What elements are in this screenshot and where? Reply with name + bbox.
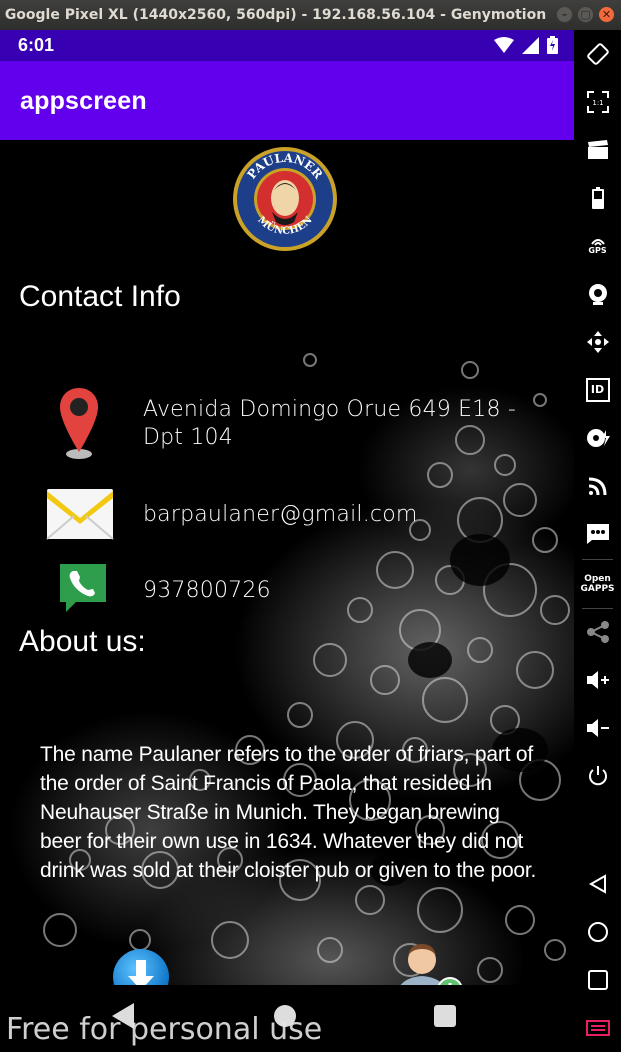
volume-down-icon[interactable] [582,712,613,743]
menu-icon[interactable] [582,1012,613,1043]
cell-signal-icon [522,36,539,54]
phone-screen: 6:01 appscreen PAULANER MÜNCHEN Contact … [0,30,574,1052]
recent-apps-icon[interactable] [582,964,613,995]
disk-io-icon[interactable] [582,422,613,453]
app-bar: appscreen [0,61,574,140]
add-user-button[interactable] [392,940,464,985]
minimize-button[interactable]: – [556,6,573,23]
emulator-toolbar: 1:1 GPS ID Open GAPPS [574,30,621,1052]
about-us-heading: About us: [19,625,146,658]
address-text[interactable]: Avenida Domingo Orue 649 E18 - Dpt 104 [143,396,563,452]
phone-icon [60,564,106,612]
status-time: 6:01 [18,35,55,55]
email-text[interactable]: barpaulaner@gmail.com [143,502,418,527]
power-icon[interactable] [582,760,613,791]
close-button[interactable]: ✕ [598,6,615,23]
watermark-text: Free for personal use [6,1012,323,1047]
rotate-icon[interactable] [582,38,613,69]
battery-status-icon [547,36,558,54]
home-icon[interactable] [582,916,613,947]
status-bar: 6:01 [0,30,574,61]
gps-icon[interactable]: GPS [582,230,613,261]
about-us-text: The name Paulaner refers to the order of… [40,743,537,882]
contact-info-heading: Contact Info [19,280,181,313]
move-icon[interactable] [582,326,613,357]
pixel-perfect-icon[interactable]: 1:1 [582,86,613,117]
id-label: ID [585,377,610,402]
share-icon[interactable] [582,616,613,647]
location-pin-icon [60,388,98,459]
svg-text:1:1: 1:1 [592,99,603,107]
identifiers-icon[interactable]: ID [582,374,613,405]
nav-recents-button[interactable] [434,1005,456,1027]
maximize-button[interactable]: ▢ [577,6,594,23]
download-button[interactable] [112,948,170,985]
paulaner-logo: PAULANER MÜNCHEN [233,147,337,251]
wifi-icon [494,36,514,53]
battery-icon[interactable] [582,182,613,213]
gps-label: GPS [588,246,607,255]
camera-icon[interactable] [582,278,613,309]
open-gapps-icon[interactable]: Open GAPPS [581,568,615,599]
window-title-bar: Google Pixel XL (1440x2560, 560dpi) - 19… [0,0,621,30]
content-area: PAULANER MÜNCHEN Contact Info Avenida Do… [0,140,574,985]
back-icon[interactable] [582,868,613,899]
phone-number-text[interactable]: 937800726 [143,578,271,603]
sms-icon[interactable] [582,518,613,549]
email-icon [46,489,114,540]
network-icon[interactable] [582,470,613,501]
app-title: appscreen [20,87,147,115]
window-title: Google Pixel XL (1440x2560, 560dpi) - 19… [4,7,547,23]
capture-icon[interactable] [582,134,613,165]
volume-up-icon[interactable] [582,664,613,695]
